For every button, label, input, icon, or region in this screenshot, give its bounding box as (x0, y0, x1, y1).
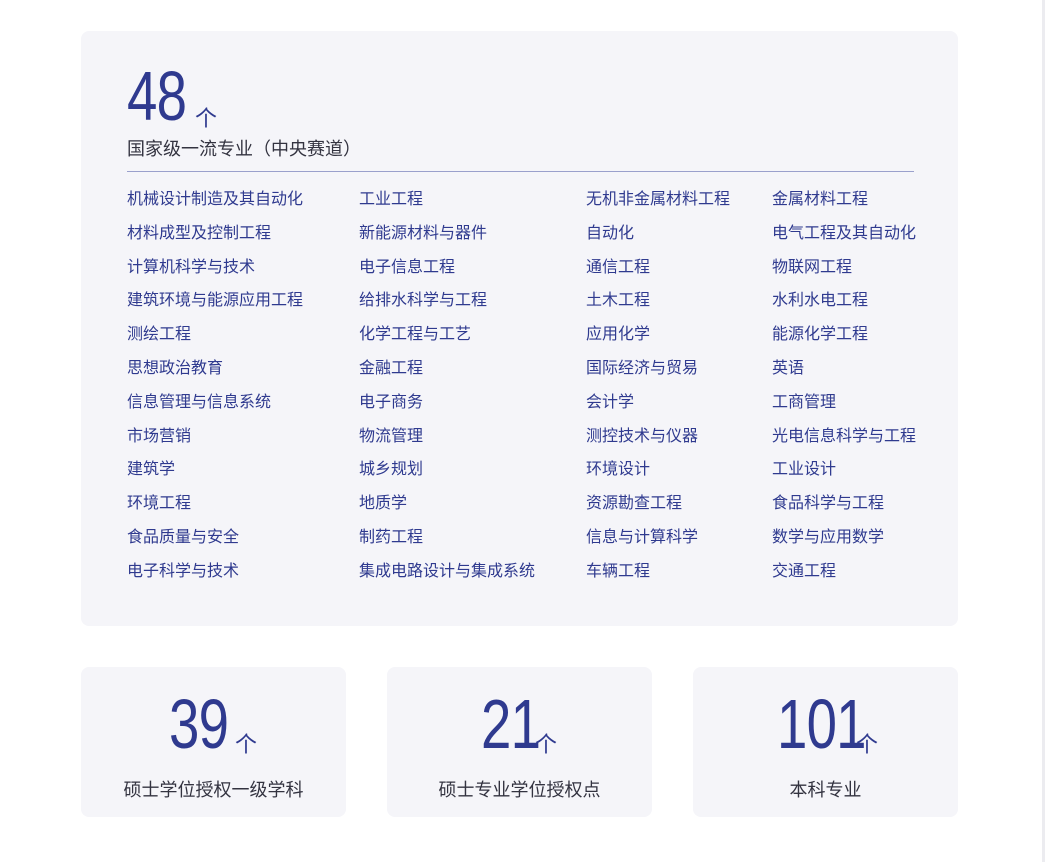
major-item: 工商管理 (772, 392, 837, 411)
major-item: 通信工程 (586, 257, 651, 276)
stat-number: 101 (777, 685, 867, 763)
major-item: 信息与计算科学 (586, 527, 699, 546)
major-item: 水利水电工程 (772, 290, 869, 309)
major-item: 物流管理 (359, 426, 424, 445)
major-item: 无机非金属材料工程 (586, 189, 731, 208)
major-item: 信息管理与信息系统 (127, 392, 272, 411)
stat-label: 硕士专业学位授权点 (438, 780, 601, 801)
major-item: 电子科学与技术 (127, 561, 240, 580)
stat-label: 本科专业 (789, 780, 862, 801)
major-item: 应用化学 (586, 324, 651, 343)
major-item: 会计学 (586, 392, 635, 411)
major-item: 英语 (772, 358, 805, 377)
divider (127, 171, 914, 172)
stat-number: 39 (169, 685, 229, 763)
major-item: 测控技术与仪器 (586, 426, 699, 445)
major-item: 计算机科学与技术 (127, 257, 256, 276)
stat-unit: 个 (535, 733, 558, 758)
major-item: 工业工程 (359, 189, 424, 208)
major-item: 光电信息科学与工程 (772, 426, 917, 445)
major-item: 电子信息工程 (359, 257, 456, 276)
stat-card-professional-degrees: 21 个 硕士专业学位授权点 (387, 667, 652, 817)
major-item: 食品科学与工程 (772, 493, 885, 512)
major-item: 食品质量与安全 (127, 527, 240, 546)
major-item: 环境工程 (127, 493, 192, 512)
major-item: 土木工程 (586, 290, 651, 309)
major-item: 工业设计 (772, 459, 837, 478)
major-item: 金融工程 (359, 358, 424, 377)
major-item: 能源化学工程 (772, 324, 869, 343)
major-item: 化学工程与工艺 (359, 324, 472, 343)
stat-label: 硕士学位授权一级学科 (123, 780, 304, 801)
major-item: 电气工程及其自动化 (772, 223, 917, 242)
stat-card-undergraduate-majors: 101 个 本科专业 (693, 667, 958, 817)
major-item: 金属材料工程 (772, 189, 869, 208)
stat-number: 21 (481, 685, 541, 763)
major-item: 车辆工程 (586, 561, 651, 580)
major-item: 测绘工程 (127, 324, 192, 343)
major-item: 资源勘查工程 (586, 493, 683, 512)
major-item: 国际经济与贸易 (586, 358, 699, 377)
stat-unit: 个 (235, 733, 258, 758)
major-item: 材料成型及控制工程 (127, 223, 272, 242)
first-class-majors-card: 48 个 国家级一流专业（中央赛道） 机械设计制造及其自动化 材料成型及控制工程… (81, 31, 958, 626)
major-item: 建筑学 (127, 459, 176, 478)
major-item: 电子商务 (359, 392, 424, 411)
headline-unit: 个 (195, 107, 218, 132)
major-item: 集成电路设计与集成系统 (359, 561, 536, 580)
major-item: 新能源材料与器件 (359, 223, 488, 242)
major-item: 地质学 (359, 493, 408, 512)
major-item: 环境设计 (586, 459, 651, 478)
major-item: 物联网工程 (772, 257, 853, 276)
major-item: 思想政治教育 (127, 358, 224, 377)
major-item: 给排水科学与工程 (359, 290, 488, 309)
major-item: 数学与应用数学 (772, 527, 885, 546)
major-item: 自动化 (586, 223, 635, 242)
major-item: 交通工程 (772, 561, 837, 580)
stat-unit: 个 (856, 733, 879, 758)
stat-card-masters-disciplines: 39 个 硕士学位授权一级学科 (81, 667, 346, 817)
headline-count: 48 个 (127, 57, 217, 135)
major-item: 制药工程 (359, 527, 424, 546)
major-item: 城乡规划 (359, 459, 424, 478)
major-item: 建筑环境与能源应用工程 (127, 290, 304, 309)
major-item: 市场营销 (127, 426, 192, 445)
headline-caption: 国家级一流专业（中央赛道） (127, 139, 361, 160)
headline-number: 48 (127, 57, 187, 135)
major-item: 机械设计制造及其自动化 (127, 189, 304, 208)
